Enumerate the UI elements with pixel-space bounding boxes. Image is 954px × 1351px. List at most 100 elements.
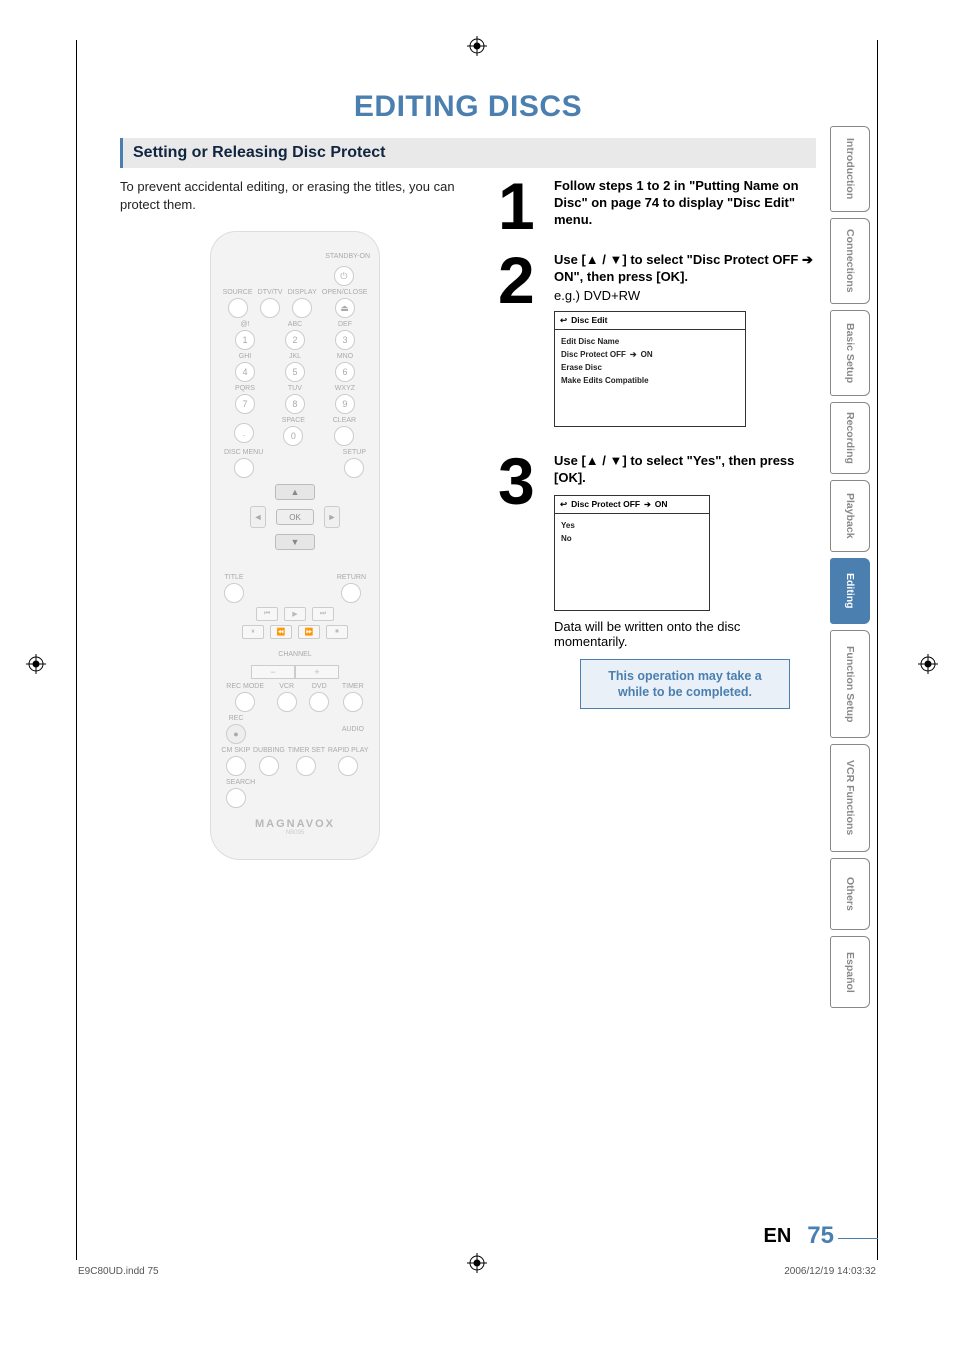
registration-mark-top bbox=[467, 36, 487, 56]
return-arrow-icon: ↩ bbox=[560, 499, 567, 510]
title-button bbox=[224, 583, 244, 603]
setup-button bbox=[344, 458, 364, 478]
digit-3: 3 bbox=[335, 330, 355, 350]
digit-0: 0 bbox=[283, 426, 303, 446]
registration-mark-bottom bbox=[467, 1253, 487, 1273]
osd-item-erase-disc: Erase Disc bbox=[561, 361, 739, 374]
tab-recording: Recording bbox=[830, 402, 870, 474]
operation-note-box: This operation may take a while to be co… bbox=[580, 659, 790, 710]
registration-mark-left bbox=[26, 654, 46, 674]
power-icon: ⏻ bbox=[334, 266, 354, 286]
osd-disc-edit: ↩Disc Edit Edit Disc Name Disc Protect O… bbox=[554, 311, 746, 427]
display-button bbox=[292, 298, 312, 318]
skip-fwd-icon: ⏭ bbox=[312, 607, 334, 621]
rapid-play-button bbox=[338, 756, 358, 776]
skip-back-icon: ⏮ bbox=[256, 607, 278, 621]
step-number-1: 1 bbox=[498, 178, 544, 234]
crop-file-info: E9C80UD.indd 75 bbox=[78, 1266, 159, 1277]
step-2-heading: Use [▲ / ▼] to select "Disc Protect OFF … bbox=[554, 252, 816, 286]
step-1-text: Follow steps 1 to 2 in "Putting Name on … bbox=[554, 178, 816, 229]
osd-item-no: No bbox=[561, 532, 703, 545]
step-3: 3 Use [▲ / ▼] to select "Yes", then pres… bbox=[498, 453, 816, 709]
search-button bbox=[226, 788, 246, 808]
digit-1: 1 bbox=[235, 330, 255, 350]
page-number: 75 bbox=[807, 1222, 834, 1250]
osd-disc-protect: ↩Disc Protect OFF➔ON Yes No bbox=[554, 495, 710, 611]
digit-8: 8 bbox=[285, 394, 305, 414]
osd-item-edit-disc-name: Edit Disc Name bbox=[561, 335, 739, 348]
section-heading: Setting or Releasing Disc Protect bbox=[120, 138, 816, 168]
nav-up-icon: ▲ bbox=[275, 484, 315, 500]
digit-6: 6 bbox=[335, 362, 355, 382]
dtv-tv-button bbox=[260, 298, 280, 318]
tab-editing: Editing bbox=[830, 558, 870, 624]
tab-espanol: Español bbox=[830, 936, 870, 1008]
osd-item-disc-protect: Disc Protect OFF➔ON bbox=[561, 348, 739, 361]
step-number-3: 3 bbox=[498, 453, 544, 709]
up-triangle-icon: ▲ bbox=[586, 252, 599, 267]
digit-7: 7 bbox=[235, 394, 255, 414]
crop-frame-right bbox=[877, 40, 878, 1260]
crop-timestamp: 2006/12/19 14:03:32 bbox=[784, 1266, 876, 1277]
tab-playback: Playback bbox=[830, 480, 870, 552]
down-triangle-icon: ▼ bbox=[610, 252, 623, 267]
ffwd-icon: ⏩ bbox=[298, 625, 320, 639]
step-2: 2 Use [▲ / ▼] to select "Disc Protect OF… bbox=[498, 252, 816, 435]
clear-button bbox=[334, 426, 354, 446]
digit-dot: . bbox=[234, 423, 254, 443]
return-button bbox=[341, 583, 361, 603]
digit-4: 4 bbox=[235, 362, 255, 382]
rew-icon: ⏪ bbox=[270, 625, 292, 639]
timer-set-button bbox=[296, 756, 316, 776]
rec-mode-button bbox=[235, 692, 255, 712]
cm-skip-button bbox=[226, 756, 246, 776]
open-close-button: ⏏ bbox=[335, 298, 355, 318]
digit-2: 2 bbox=[285, 330, 305, 350]
step-2-subtext: e.g.) DVD+RW bbox=[554, 288, 816, 303]
nav-left-icon: ◄ bbox=[250, 506, 266, 528]
crop-frame-left bbox=[76, 40, 77, 1260]
digit-9: 9 bbox=[335, 394, 355, 414]
brand-model: NB095 bbox=[220, 830, 370, 836]
down-triangle-icon: ▼ bbox=[610, 453, 623, 468]
section-tab-rail: Introduction Connections Basic Setup Rec… bbox=[830, 126, 870, 1008]
dubbing-button bbox=[259, 756, 279, 776]
step-3-heading: Use [▲ / ▼] to select "Yes", then press … bbox=[554, 453, 816, 487]
tab-function-setup: Function Setup bbox=[830, 630, 870, 738]
tab-vcr-functions: VCR Functions bbox=[830, 744, 870, 852]
brand-logo: MAGNAVOX bbox=[220, 818, 370, 830]
rec-button: ● bbox=[226, 724, 246, 744]
source-button bbox=[228, 298, 248, 318]
step-3-note: Data will be written onto the disc momen… bbox=[554, 619, 816, 649]
right-arrow-icon: ➔ bbox=[630, 350, 637, 359]
right-arrow-icon: ➔ bbox=[802, 252, 813, 267]
nav-down-icon: ▼ bbox=[275, 534, 315, 550]
timer-button bbox=[343, 692, 363, 712]
vcr-button bbox=[277, 692, 297, 712]
play-icon: ▶ bbox=[284, 607, 306, 621]
page-title: EDITING DISCS bbox=[120, 90, 816, 124]
standby-label: STANDBY-ON bbox=[325, 253, 370, 260]
channel-down: − bbox=[251, 665, 295, 679]
disc-menu-button bbox=[234, 458, 254, 478]
tab-introduction: Introduction bbox=[830, 126, 870, 212]
up-triangle-icon: ▲ bbox=[586, 453, 599, 468]
channel-up: + bbox=[295, 665, 339, 679]
navigation-pad: ▲ ◄ OK ► ▼ bbox=[230, 484, 360, 568]
nav-right-icon: ► bbox=[324, 506, 340, 528]
tab-connections: Connections bbox=[830, 218, 870, 304]
return-arrow-icon: ↩ bbox=[560, 315, 567, 326]
step-1: 1 Follow steps 1 to 2 in "Putting Name o… bbox=[498, 178, 816, 234]
registration-mark-right bbox=[918, 654, 938, 674]
ok-button: OK bbox=[276, 509, 314, 525]
stop-icon: ⏹ bbox=[326, 625, 348, 639]
pause-icon: ⏸ bbox=[242, 625, 264, 639]
tab-others: Others bbox=[830, 858, 870, 930]
digit-5: 5 bbox=[285, 362, 305, 382]
dvd-button bbox=[309, 692, 329, 712]
language-code: EN bbox=[764, 1225, 792, 1248]
osd-item-make-edits: Make Edits Compatible bbox=[561, 374, 739, 387]
intro-text: To prevent accidental editing, or erasin… bbox=[120, 178, 470, 213]
step-number-2: 2 bbox=[498, 252, 544, 435]
remote-control-diagram: STANDBY-ON ⏻ SOURCE DTV/TV DISPLAY OPEN/… bbox=[210, 231, 380, 860]
